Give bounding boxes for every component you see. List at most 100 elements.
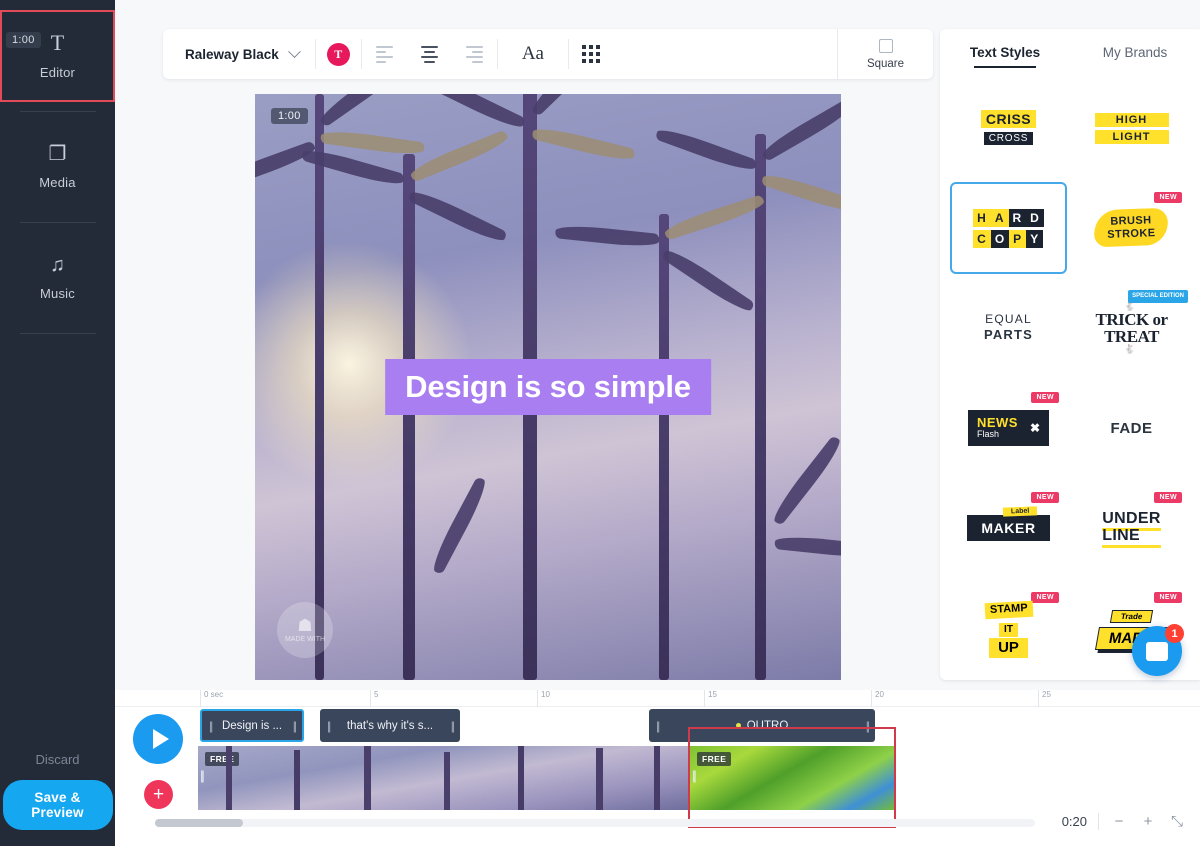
palm-frond <box>660 245 756 316</box>
clip-handle-left[interactable]: || <box>200 768 205 783</box>
timeline-scrollbar-thumb[interactable] <box>155 819 243 827</box>
canvas-duration-chip: 1:00 <box>271 108 308 124</box>
styles-grid: CRISS CROSS HIGH LIGHT HARD HARD <box>940 68 1200 680</box>
clip-handle-right[interactable]: || <box>293 719 297 733</box>
timeline-ruler[interactable]: 0 sec 5 10 15 20 25 <box>115 690 1200 707</box>
style-hard-copy[interactable]: HARD HARD COPY COPY <box>950 182 1067 274</box>
text-color-button[interactable]: T <box>316 29 361 79</box>
sidebar-item-label-music: Music <box>40 286 75 301</box>
style-under-line[interactable]: NEW UNDER LINE <box>1073 482 1190 574</box>
text-clip-design-is[interactable]: || Design is ... || <box>200 709 304 742</box>
media-clip-leaves[interactable]: FREE || <box>690 746 895 810</box>
palm-frond <box>527 94 614 117</box>
palm-frond <box>255 140 318 191</box>
palm-frond <box>316 94 411 128</box>
canvas-text-element[interactable]: Design is so simple <box>385 359 711 415</box>
chat-message-icon <box>1146 641 1168 661</box>
style-high-light[interactable]: HIGH LIGHT <box>1073 82 1190 174</box>
clip-handle-left[interactable]: || <box>692 768 697 783</box>
timeline-total-duration: 0:20 <box>1061 813 1087 829</box>
style-line-2: STROKE <box>1107 227 1157 241</box>
text-clip-thats-why[interactable]: || that's why it's s... || <box>320 709 460 742</box>
align-center-icon <box>420 45 438 63</box>
align-right-button[interactable] <box>452 29 497 79</box>
more-options-button[interactable] <box>569 29 614 79</box>
timeline-scrollbar[interactable] <box>155 819 1035 827</box>
badge-special-edition: SPECIAL EDITION <box>1128 290 1188 303</box>
bat-icon: 🐇 <box>1124 344 1139 354</box>
align-left-button[interactable] <box>362 29 407 79</box>
sidebar-item-editor[interactable]: 1:00 T Editor <box>0 10 115 102</box>
style-line-1: TRICK or <box>1095 310 1168 329</box>
ruler-tick: 0 sec <box>200 690 223 707</box>
grid-dots-icon <box>582 45 601 63</box>
style-label-maker[interactable]: NEW Label MAKER <box>950 482 1067 574</box>
sidebar-item-music[interactable]: ♫ Music <box>0 232 115 324</box>
aspect-ratio-button[interactable]: Square <box>837 29 933 79</box>
text-case-button[interactable]: Aa <box>498 43 568 65</box>
ruler-tick: 10 <box>537 690 550 707</box>
style-line-2: MAKER <box>967 515 1050 541</box>
media-layers-icon: ❐ <box>48 143 67 165</box>
square-icon <box>878 38 893 53</box>
style-line-1: HIGH <box>1094 112 1169 127</box>
tab-my-brands[interactable]: My Brands <box>1070 45 1200 68</box>
left-sidebar: 1:00 T Editor ❐ Media ♫ Music Discard Sa… <box>0 0 115 846</box>
style-line-1: EQUAL <box>985 312 1032 327</box>
video-preview-canvas[interactable]: 1:00 ☗ MADE WITH Design is so simple <box>255 94 841 680</box>
align-left-icon <box>375 45 393 63</box>
media-clip-palms[interactable]: FREE || <box>198 746 688 810</box>
style-news-flash[interactable]: NEW NEWS Flash ✖ <box>950 382 1067 474</box>
style-line-2: LINE <box>1102 527 1160 545</box>
style-trick-or-treat[interactable]: SPECIAL EDITION 🐇 TRICK or TREAT 🐇 <box>1073 282 1190 374</box>
font-family-dropdown[interactable]: Raleway Black <box>163 29 315 79</box>
timeline-controls: 0:20 − + ⤡ <box>1062 812 1186 830</box>
ruler-tick: 20 <box>871 690 884 707</box>
text-track: || Design is ... || || that's why it's s… <box>115 709 1200 744</box>
sidebar-item-media[interactable]: ❐ Media <box>0 121 115 213</box>
discard-button[interactable]: Discard <box>35 752 79 767</box>
chat-launcher-button[interactable]: 1 <box>1132 624 1184 676</box>
text-clip-outro[interactable]: || OUTRO || <box>649 709 875 742</box>
clip-label: OUTRO <box>658 720 866 732</box>
timeline-divider <box>1098 812 1099 830</box>
expand-icon[interactable]: ⤡ <box>1168 812 1186 830</box>
style-line-1-row: HARD HARD <box>973 208 1044 227</box>
tab-text-styles[interactable]: Text Styles <box>940 45 1070 68</box>
clip-label: Design is ... <box>221 719 283 732</box>
music-note-icon: ♫ <box>50 254 65 276</box>
ruler-tick: 25 <box>1038 690 1051 707</box>
style-line-1: FADE <box>1110 419 1153 437</box>
aspect-ratio-label: Square <box>866 57 905 70</box>
sidebar-actions: Discard Save & Preview <box>0 752 115 830</box>
style-line-1: Label <box>1003 506 1038 517</box>
clip-handle-right[interactable]: || <box>451 719 455 733</box>
media-track: FREE || FREE || <box>115 727 1200 828</box>
align-right-icon <box>465 45 483 63</box>
palm-frond <box>531 124 636 164</box>
zoom-out-icon[interactable]: − <box>1110 812 1128 830</box>
ruler-tick: 15 <box>704 690 717 707</box>
palm-trunk <box>659 214 669 680</box>
clip-handle-right[interactable]: || <box>866 719 870 733</box>
style-equal-parts[interactable]: EQUAL PARTS <box>950 282 1067 374</box>
video-editor-app: 1:00 T Editor ❐ Media ♫ Music Discard Sa… <box>0 0 1200 846</box>
style-brush-stroke[interactable]: NEW BRUSH STROKE <box>1073 182 1190 274</box>
palm-frond <box>408 129 511 183</box>
canvas-area: 1:00 ☗ MADE WITH Design is so simple <box>163 94 933 680</box>
free-badge: FREE <box>697 752 732 766</box>
style-stamp-it-up[interactable]: NEW STAMP IT UP <box>950 582 1067 674</box>
palm-frond <box>774 534 841 560</box>
align-center-button[interactable] <box>407 29 452 79</box>
style-fade[interactable]: FADE <box>1073 382 1190 474</box>
badge-new: NEW <box>1031 592 1059 603</box>
sidebar-item-label-editor: Editor <box>39 65 76 80</box>
palm-frond <box>654 124 758 175</box>
zoom-in-icon[interactable]: + <box>1139 812 1157 830</box>
style-criss-cross[interactable]: CRISS CROSS <box>950 82 1067 174</box>
badge-new: NEW <box>1154 192 1182 203</box>
palm-frond <box>759 97 841 162</box>
save-and-preview-button[interactable]: Save & Preview <box>2 780 113 830</box>
style-line-2: IT <box>999 622 1018 638</box>
text-toolbar: Raleway Black T Aa Square <box>163 29 933 79</box>
